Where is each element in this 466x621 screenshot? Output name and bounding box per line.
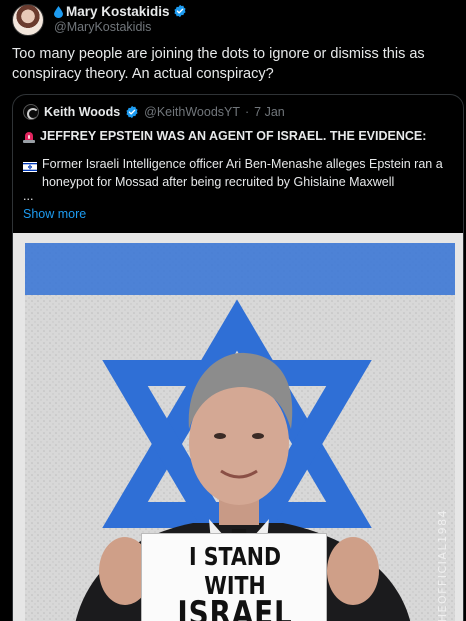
quoted-tweet-text: JEFFREY EPSTEIN WAS AN AGENT OF ISRAEL. … xyxy=(23,127,459,203)
quoted-headline-line: JEFFREY EPSTEIN WAS AN AGENT OF ISRAEL. … xyxy=(23,127,459,145)
sign-line-1: I STAND WITH xyxy=(189,542,281,600)
quoted-author-handle[interactable]: @KeithWoodsYT xyxy=(144,105,240,119)
author-display-name[interactable]: Mary Kostakidis xyxy=(66,4,170,19)
tweet[interactable]: Mary Kostakidis @MaryKostakidis Too many… xyxy=(0,0,466,621)
quoted-tweet-header: Keith Woods @KeithWoodsYT · 7 Jan xyxy=(23,104,285,120)
tweet-text: Too many people are joining the dots to … xyxy=(12,46,425,82)
siren-icon xyxy=(23,130,35,143)
israel-flag-icon xyxy=(23,159,37,172)
verified-badge-icon[interactable] xyxy=(173,4,187,18)
verified-badge-icon[interactable] xyxy=(125,105,139,119)
protest-sign: I STAND WITH ISRAEL xyxy=(141,533,327,621)
sign-line-2: ISRAEL xyxy=(177,594,293,621)
quoted-author-avatar[interactable] xyxy=(23,104,39,120)
quoted-tweet-image[interactable]: I STAND WITH ISRAEL @THEOFFICIAL1984 xyxy=(13,233,463,621)
quoted-tweet-date[interactable]: 7 Jan xyxy=(254,105,285,119)
quoted-tweet-card[interactable]: Keith Woods @KeithWoodsYT · 7 Jan JEFFRE… xyxy=(12,94,464,621)
image-watermark: @THEOFFICIAL1984 xyxy=(436,508,449,621)
show-more-link[interactable]: Show more xyxy=(23,207,86,221)
author-name-row: Mary Kostakidis xyxy=(54,3,187,19)
sign-text: I STAND WITH ISRAEL xyxy=(159,542,312,621)
quoted-headline: JEFFREY EPSTEIN WAS AN AGENT OF ISRAEL. … xyxy=(40,129,427,143)
avatar[interactable] xyxy=(12,4,44,36)
quoted-ellipsis: ... xyxy=(23,189,34,203)
water-drop-icon xyxy=(54,5,63,18)
quoted-author-display-name[interactable]: Keith Woods xyxy=(44,105,120,119)
author-handle[interactable]: @MaryKostakidis xyxy=(54,20,151,34)
dot-separator: · xyxy=(245,105,250,119)
quoted-body-line: Former Israeli Intelligence officer Ari … xyxy=(23,155,459,191)
quoted-body: Former Israeli Intelligence officer Ari … xyxy=(42,157,443,189)
